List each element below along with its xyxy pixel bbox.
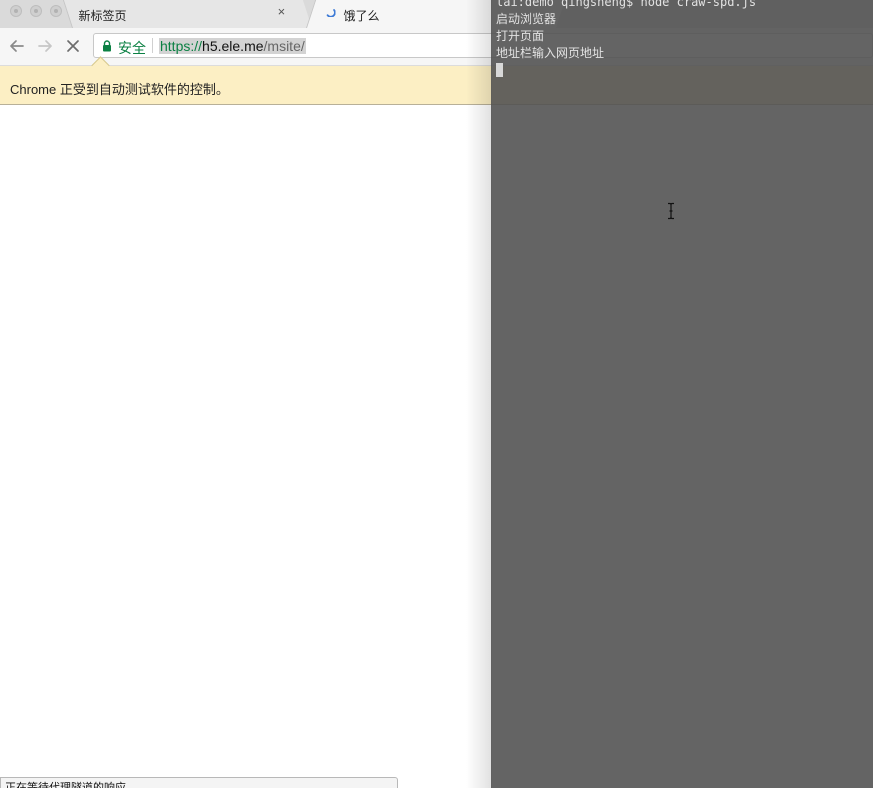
zoom-window-button[interactable] [50, 5, 62, 17]
terminal-output-line: 启动浏览器 [496, 12, 557, 26]
url-text[interactable]: https://h5.ele.me/msite/ [159, 38, 306, 54]
text-cursor-ibeam-icon [668, 202, 674, 220]
terminal-block-cursor [496, 63, 503, 77]
url-host: h5.ele.me [202, 38, 264, 54]
terminal-output-line: 地址栏输入网页地址 [496, 46, 605, 60]
minimize-window-button[interactable] [30, 5, 42, 17]
loading-spinner-icon [326, 9, 336, 17]
terminal-command-line: lai:demo qingsheng$ node craw-spd.js [496, 0, 757, 9]
close-window-button[interactable] [10, 5, 22, 17]
url-scheme: https:// [160, 38, 203, 54]
tab-title: 新标签页 [78, 9, 127, 23]
terminal-window[interactable]: lai:demo qingsheng$ node craw-spd.js 启动浏… [491, 0, 873, 788]
tab-new-tab[interactable]: 新标签页 × [62, 0, 312, 28]
screen: 新标签页 × 饿了么 安全 https://h5.ele.me/msite/ C… [0, 0, 873, 788]
lock-icon[interactable] [102, 40, 112, 52]
back-arrow-icon[interactable] [7, 36, 27, 56]
tab-close-icon[interactable]: × [274, 4, 288, 19]
infobar-message: Chrome 正受到自动测试软件的控制。 [10, 82, 229, 97]
terminal-shadow [466, 0, 492, 788]
url-path: /msite/ [263, 38, 305, 54]
tab-title: 饿了么 [343, 9, 380, 23]
status-bubble: 正在等待代理隧道的响应... [0, 777, 398, 788]
forward-arrow-icon[interactable] [35, 36, 55, 56]
terminal-output-line: 打开页面 [496, 29, 545, 43]
stop-loading-icon[interactable] [63, 36, 83, 56]
security-label[interactable]: 安全 [118, 38, 146, 58]
divider [152, 38, 153, 53]
